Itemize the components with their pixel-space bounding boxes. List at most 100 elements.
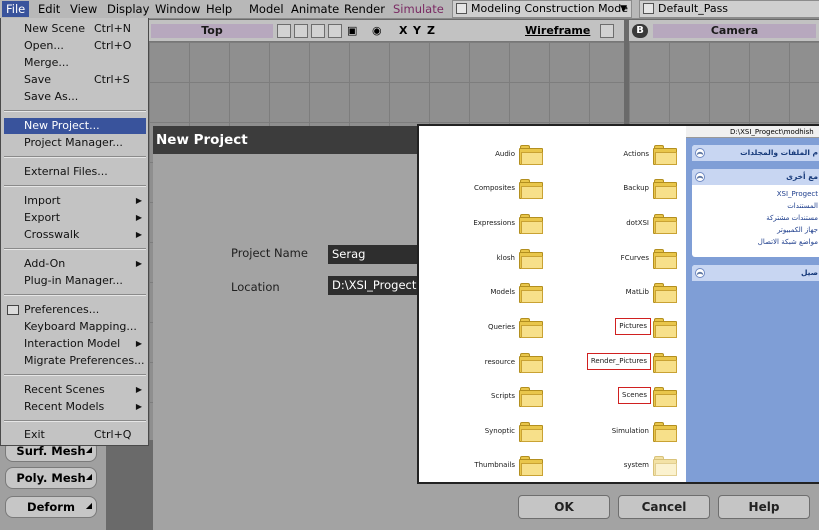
axis-y-toggle[interactable]: Y	[413, 24, 421, 38]
folder-system[interactable]: system	[549, 455, 679, 481]
menu-display[interactable]: Display	[103, 1, 153, 17]
folder-resource[interactable]: resource	[419, 352, 545, 378]
place-link[interactable]: جهاز الكمبيوتر	[692, 224, 819, 236]
folder-audio[interactable]: Audio	[419, 144, 545, 170]
folder-scenes[interactable]: Scenes	[549, 386, 679, 412]
menu-render[interactable]: Render	[340, 1, 389, 17]
menu-edit[interactable]: Edit	[34, 1, 64, 17]
other-places-header[interactable]: ︽ مع أخرى	[692, 169, 819, 185]
menu-item-interaction-model[interactable]: Interaction Model ▶	[4, 336, 146, 352]
construction-mode-value: Modeling Construction Mode	[471, 2, 629, 15]
collapse-chevron-icon[interactable]: ︽	[695, 268, 705, 278]
expand-triangle-icon: ◢	[85, 501, 92, 510]
place-link[interactable]: مواضع شبكة الاتصال	[692, 236, 819, 248]
place-link[interactable]: المستندات	[692, 200, 819, 212]
menu-animate[interactable]: Animate	[287, 1, 343, 17]
folder-expressions[interactable]: Expressions	[419, 213, 545, 239]
viewport-toggle-3[interactable]	[311, 24, 325, 38]
folder-actions[interactable]: Actions	[549, 144, 679, 170]
menu-help[interactable]: Help	[202, 1, 236, 17]
location-input[interactable]: D:\XSI_Progect	[328, 276, 418, 295]
menu-item-project-manager[interactable]: Project Manager...	[4, 135, 146, 151]
render-pass-select[interactable]: Default_Pass	[639, 0, 819, 18]
viewport-toggle-4[interactable]	[328, 24, 342, 38]
folder-icon	[653, 179, 677, 199]
viewport-toggle-2[interactable]	[294, 24, 308, 38]
file-tasks-header[interactable]: ︽ م الملفات والمجلدات	[692, 145, 819, 161]
folder-klosh[interactable]: klosh	[419, 248, 545, 274]
folder-dotxsi[interactable]: dotXSI	[549, 213, 679, 239]
cancel-button[interactable]: Cancel	[618, 495, 710, 519]
menu-view[interactable]: View	[66, 1, 101, 17]
viewport-camera-menu[interactable]: Camera	[653, 24, 816, 38]
folder-label: Synoptic	[484, 427, 515, 435]
menu-file[interactable]: File	[2, 1, 30, 17]
folder-backup[interactable]: Backup	[549, 178, 679, 204]
menu-item-save-as[interactable]: Save As...	[4, 89, 146, 105]
menu-item-crosswalk[interactable]: Crosswalk ▶	[4, 227, 146, 243]
folder-synoptic[interactable]: Synoptic	[419, 421, 545, 447]
menu-item-save[interactable]: Save Ctrl+S	[4, 72, 146, 88]
menu-item-open[interactable]: Open... Ctrl+O	[4, 38, 146, 54]
axis-z-toggle[interactable]: Z	[427, 24, 435, 38]
details-header[interactable]: ︽ صيل	[692, 265, 819, 281]
viewport-toggle-1[interactable]	[277, 24, 291, 38]
construction-mode-select[interactable]: Modeling Construction Mode ▼	[452, 0, 632, 18]
ok-button[interactable]: OK	[518, 495, 610, 519]
folder-fcurves[interactable]: FCurves	[549, 248, 679, 274]
viewport-top-camera-menu[interactable]: Top	[151, 24, 273, 38]
folder-render-pictures[interactable]: Render_Pictures	[549, 352, 679, 378]
folder-pictures[interactable]: Pictures	[549, 317, 679, 343]
menu-item-label: New Scene	[24, 22, 86, 35]
menu-window[interactable]: Window	[151, 1, 204, 17]
folder-icon	[519, 318, 543, 338]
menu-item-import[interactable]: Import ▶	[4, 193, 146, 209]
help-button[interactable]: Help	[718, 495, 810, 519]
folder-label: resource	[484, 358, 515, 366]
eye-icon[interactable]: ◉	[372, 24, 382, 38]
viewport-shading-menu[interactable]: Wireframe	[525, 24, 590, 38]
folder-thumbnails[interactable]: Thumbnails	[419, 455, 545, 481]
folder-composites[interactable]: Composites	[419, 178, 545, 204]
folder-models[interactable]: Models	[419, 282, 545, 308]
menu-item-recent-scenes[interactable]: Recent Scenes ▶	[4, 382, 146, 398]
folder-simulation[interactable]: Simulation	[549, 421, 679, 447]
folder-queries[interactable]: Queries	[419, 317, 545, 343]
place-link[interactable]: مستندات مشتركة	[692, 212, 819, 224]
axis-x-toggle[interactable]: X	[399, 24, 407, 38]
menu-item-plugin-manager[interactable]: Plug-in Manager...	[4, 273, 146, 289]
menu-simulate[interactable]: Simulate	[389, 1, 448, 17]
menu-item-export[interactable]: Export ▶	[4, 210, 146, 226]
menu-item-external-files[interactable]: External Files...	[4, 164, 146, 180]
folder-scripts[interactable]: Scripts	[419, 386, 545, 412]
folder-label: Scripts	[491, 392, 515, 400]
collapse-chevron-icon[interactable]: ︽	[695, 148, 705, 158]
menu-item-new-project[interactable]: New Project...	[4, 118, 146, 134]
maximize-viewport-icon[interactable]	[600, 24, 614, 38]
menu-item-shortcut: Ctrl+S	[94, 73, 130, 86]
menu-item-merge[interactable]: Merge...	[4, 55, 146, 71]
menu-item-migrate-preferences[interactable]: Migrate Preferences...	[4, 353, 146, 369]
project-name-input[interactable]: Serag	[328, 245, 418, 264]
menu-item-keyboard-mapping[interactable]: Keyboard Mapping...	[4, 319, 146, 335]
menu-item-exit[interactable]: Exit Ctrl+Q	[4, 427, 146, 443]
project-name-label: Project Name	[231, 246, 308, 260]
menu-item-recent-models[interactable]: Recent Models ▶	[4, 399, 146, 415]
folder-label: dotXSI	[626, 219, 649, 227]
menu-item-shortcut: Ctrl+N	[94, 22, 132, 35]
explorer-task-pane: D:\XSI_Progect\modhish ︽ م الملفات والمجل…	[686, 126, 819, 482]
menu-item-new-scene[interactable]: New Scene Ctrl+N	[4, 21, 146, 37]
folder-matlib[interactable]: MatLib	[549, 282, 679, 308]
menu-bar: File Edit View Display Window Help Model…	[0, 0, 819, 19]
collapse-chevron-icon[interactable]: ︽	[695, 172, 705, 182]
address-bar[interactable]: D:\XSI_Progect\modhish	[686, 126, 819, 138]
menu-item-add-on[interactable]: Add-On ▶	[4, 256, 146, 272]
menu-item-label: Save As...	[24, 90, 79, 103]
menu-item-label: Save	[24, 73, 52, 86]
place-link[interactable]: XSI_Progect	[692, 188, 819, 200]
poly-mesh-button[interactable]: Poly. Mesh ◢	[5, 467, 97, 489]
camera-icon[interactable]: ▣	[347, 24, 357, 38]
menu-model[interactable]: Model	[245, 1, 288, 17]
menu-item-preferences[interactable]: Preferences...	[4, 302, 146, 318]
deform-button[interactable]: Deform ◢	[5, 496, 97, 518]
